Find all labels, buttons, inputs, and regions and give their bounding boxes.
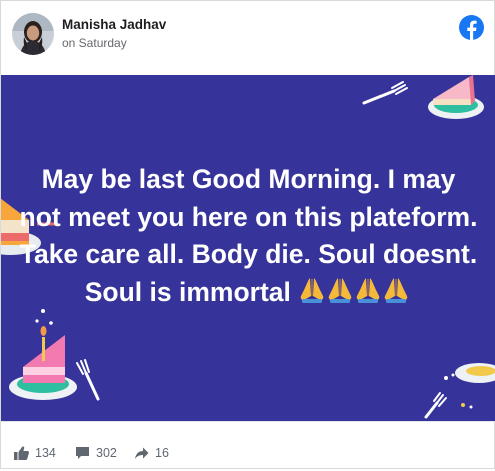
post-text: May be last Good Morning. I may not meet… xyxy=(19,161,478,314)
comment-icon xyxy=(76,447,89,459)
likes-value: 134 xyxy=(35,446,56,460)
likes-count[interactable]: 134 xyxy=(14,446,56,460)
shares-value: 16 xyxy=(155,446,169,460)
facebook-logo-icon xyxy=(459,15,484,40)
share-arrow-icon xyxy=(135,447,149,459)
post-header: Manisha Jadhav on Saturday xyxy=(1,1,494,75)
comments-count[interactable]: 302 xyxy=(75,446,117,460)
comments-value: 302 xyxy=(96,446,117,460)
shares-count[interactable]: 16 xyxy=(134,446,169,460)
facebook-post: Manisha Jadhav on Saturday May be last G… xyxy=(0,0,495,469)
thumbs-up-icon xyxy=(14,446,29,460)
folded-hands-emoji-icon xyxy=(300,276,412,315)
post-background: May be last Good Morning. I may not meet… xyxy=(1,75,495,421)
post-timestamp[interactable]: on Saturday xyxy=(62,36,127,50)
author-name[interactable]: Manisha Jadhav xyxy=(62,17,166,32)
avatar[interactable] xyxy=(12,13,54,55)
post-footer: 134 302 16 xyxy=(1,421,494,471)
